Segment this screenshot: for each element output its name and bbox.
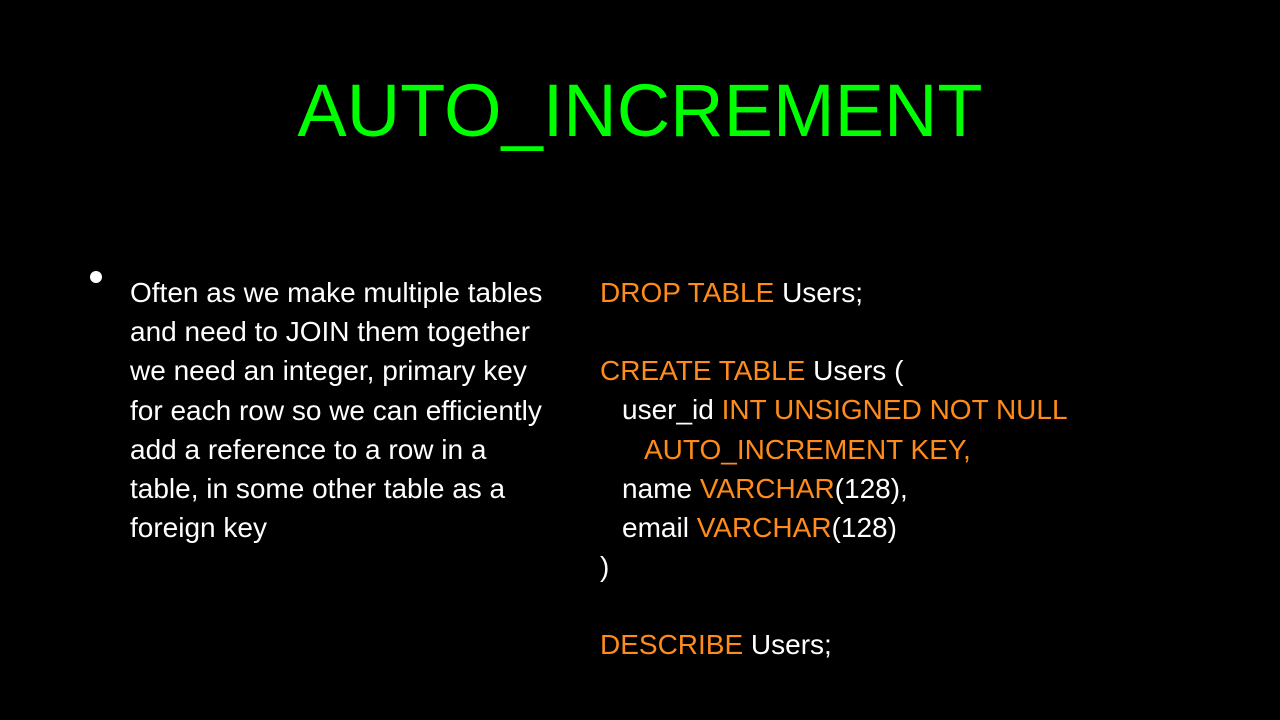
slide-title: AUTO_INCREMENT (60, 68, 1220, 153)
keyword: AUTO_INCREMENT KEY, (644, 434, 971, 465)
bullet-text: Often as we make multiple tables and nee… (130, 273, 560, 547)
code-block: DROP TABLE Users; CREATE TABLE Users ( u… (600, 273, 1190, 665)
identifier: Users ( (805, 355, 903, 386)
right-column: DROP TABLE Users; CREATE TABLE Users ( u… (590, 273, 1190, 665)
identifier: ) (600, 551, 609, 582)
content-area: Often as we make multiple tables and nee… (60, 273, 1220, 665)
identifier: Users; (743, 629, 832, 660)
code-line-8: DESCRIBE Users; (600, 625, 1190, 664)
keyword: VARCHAR (692, 473, 835, 504)
identifier: email (622, 512, 689, 543)
code-line-7: ) (600, 547, 1190, 586)
identifier: Users; (774, 277, 863, 308)
identifier: name (622, 473, 692, 504)
blank-line (600, 586, 1190, 625)
code-line-6: email VARCHAR(128) (600, 508, 1190, 547)
bullet-icon (90, 271, 102, 283)
slide: AUTO_INCREMENT Often as we make multiple… (0, 0, 1280, 720)
keyword: DROP TABLE (600, 277, 774, 308)
identifier: (128), (835, 473, 908, 504)
code-line-3: user_id INT UNSIGNED NOT NULL (600, 390, 1190, 429)
keyword: INT UNSIGNED NOT NULL (714, 394, 1068, 425)
identifier: (128) (832, 512, 897, 543)
keyword: CREATE TABLE (600, 355, 805, 386)
keyword: DESCRIBE (600, 629, 743, 660)
code-line-1: DROP TABLE Users; (600, 273, 1190, 312)
identifier: user_id (622, 394, 714, 425)
left-column: Often as we make multiple tables and nee… (90, 273, 560, 665)
code-line-2: CREATE TABLE Users ( (600, 351, 1190, 390)
code-line-5: name VARCHAR(128), (600, 469, 1190, 508)
code-line-4: AUTO_INCREMENT KEY, (600, 430, 1190, 469)
keyword: VARCHAR (689, 512, 832, 543)
blank-line (600, 312, 1190, 351)
